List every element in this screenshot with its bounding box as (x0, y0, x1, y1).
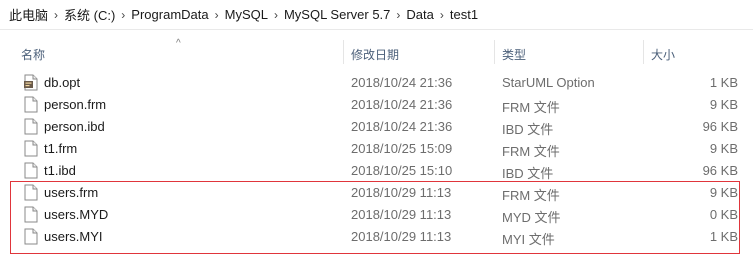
file-type: FRM 文件 (502, 188, 560, 203)
file-size: 96 KB (702, 163, 738, 178)
file-date: 2018/10/24 21:36 (351, 119, 453, 134)
file-icon (24, 118, 38, 135)
breadcrumb-item-this-pc[interactable]: 此电脑 (9, 5, 48, 24)
file-name: t1.frm (44, 141, 78, 156)
file-row[interactable]: person.ibd 2018/10/24 21:36 IBD 文件 96 KB (0, 116, 753, 138)
column-divider[interactable] (643, 40, 644, 64)
file-type: MYI 文件 (502, 232, 555, 247)
staruml-file-icon (24, 74, 38, 91)
file-size: 9 KB (709, 141, 738, 156)
chevron-right-icon: › (214, 7, 219, 22)
file-date: 2018/10/25 15:10 (351, 163, 453, 178)
file-date: 2018/10/25 15:09 (351, 141, 453, 156)
column-header-name[interactable]: 名称 (21, 46, 45, 63)
file-icon (24, 206, 38, 223)
chevron-right-icon: › (273, 7, 278, 22)
column-divider[interactable] (343, 40, 344, 64)
file-date: 2018/10/24 21:36 (351, 75, 453, 90)
file-row[interactable]: db.opt 2018/10/24 21:36 StarUML Option 1… (0, 72, 753, 94)
breadcrumb: 此电脑 › 系统 (C:) › ProgramData › MySQL › My… (0, 0, 753, 30)
file-name: users.MYI (44, 229, 103, 244)
chevron-right-icon: › (54, 7, 59, 22)
column-header-type[interactable]: 类型 (502, 46, 526, 63)
file-type: IBD 文件 (502, 122, 554, 137)
breadcrumb-item-programdata[interactable]: ProgramData (131, 7, 208, 22)
file-icon (24, 184, 38, 201)
file-date: 2018/10/29 11:13 (351, 207, 452, 222)
file-list: db.opt 2018/10/24 21:36 StarUML Option 1… (0, 72, 753, 248)
file-name: person.frm (44, 97, 107, 112)
file-icon (24, 140, 38, 157)
file-name: users.frm (44, 185, 99, 200)
column-header-date[interactable]: 修改日期 (351, 46, 399, 63)
column-header-row: ^ 名称 修改日期 类型 大小 (0, 38, 753, 64)
file-row[interactable]: person.frm 2018/10/24 21:36 FRM 文件 9 KB (0, 94, 753, 116)
file-row[interactable]: users.MYD 2018/10/29 11:13 MYD 文件 0 KB (0, 204, 753, 226)
column-divider[interactable] (494, 40, 495, 64)
chevron-right-icon: › (439, 7, 444, 22)
file-name: users.MYD (44, 207, 109, 222)
file-size: 0 KB (709, 207, 738, 222)
file-type: MYD 文件 (502, 210, 561, 225)
file-type: FRM 文件 (502, 100, 560, 115)
file-date: 2018/10/29 11:13 (351, 185, 452, 200)
breadcrumb-item-mysql-server[interactable]: MySQL Server 5.7 (284, 7, 390, 22)
file-date: 2018/10/24 21:36 (351, 97, 453, 112)
file-row[interactable]: users.frm 2018/10/29 11:13 FRM 文件 9 KB (0, 182, 753, 204)
breadcrumb-item-test1[interactable]: test1 (450, 7, 478, 22)
file-name: t1.ibd (44, 163, 76, 178)
file-date: 2018/10/29 11:13 (351, 229, 452, 244)
file-row[interactable]: users.MYI 2018/10/29 11:13 MYI 文件 1 KB (0, 226, 753, 248)
chevron-right-icon: › (121, 7, 126, 22)
file-size: 96 KB (702, 119, 738, 134)
file-size: 9 KB (709, 185, 738, 200)
file-type: FRM 文件 (502, 144, 560, 159)
file-icon (24, 162, 38, 179)
column-header-size[interactable]: 大小 (651, 46, 675, 63)
file-size: 1 KB (709, 229, 738, 244)
breadcrumb-item-system-c[interactable]: 系统 (C:) (64, 5, 115, 24)
breadcrumb-item-mysql[interactable]: MySQL (225, 7, 268, 22)
file-name: db.opt (44, 75, 81, 90)
file-row[interactable]: t1.frm 2018/10/25 15:09 FRM 文件 9 KB (0, 138, 753, 160)
file-size: 9 KB (709, 97, 738, 112)
breadcrumb-item-data[interactable]: Data (406, 7, 433, 22)
file-type: StarUML Option (502, 75, 595, 90)
file-name: person.ibd (44, 119, 105, 134)
file-type: IBD 文件 (502, 166, 554, 181)
file-row[interactable]: t1.ibd 2018/10/25 15:10 IBD 文件 96 KB (0, 160, 753, 182)
sort-ascending-icon: ^ (176, 38, 181, 49)
file-icon (24, 228, 38, 245)
chevron-right-icon: › (396, 7, 401, 22)
file-size: 1 KB (709, 75, 738, 90)
file-icon (24, 96, 38, 113)
